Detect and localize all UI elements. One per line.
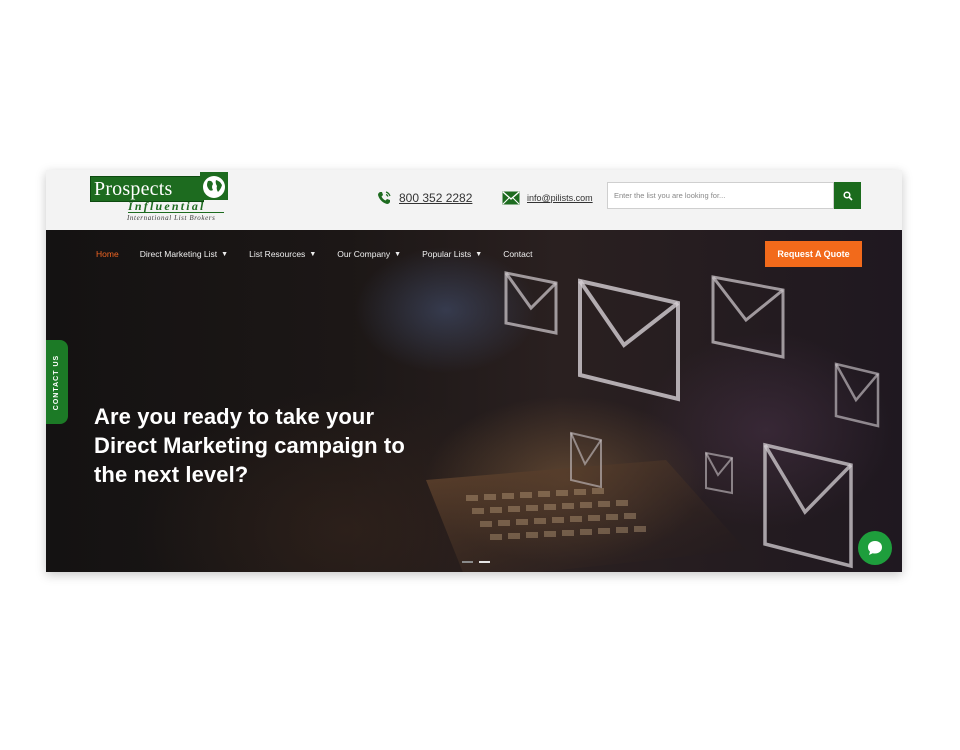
envelope-graphic	[570, 431, 602, 489]
envelope-graphic	[705, 451, 733, 495]
envelope-graphic	[504, 271, 558, 335]
hero-headline-line: Direct Marketing campaign to	[94, 433, 405, 458]
hero-section: Home Direct Marketing List ▼ List Resourc…	[46, 230, 902, 572]
phone-icon	[378, 191, 391, 204]
top-header: Prospects Influential International List…	[46, 170, 902, 230]
main-navigation: Home Direct Marketing List ▼ List Resourc…	[96, 247, 553, 261]
envelope-graphic	[834, 362, 880, 428]
contact-us-side-tab[interactable]: CONTACT US	[46, 340, 68, 424]
nav-item-label: Contact	[503, 249, 533, 259]
envelope-graphic	[711, 275, 785, 359]
nav-item-home[interactable]: Home	[96, 249, 119, 259]
slider-dot-active[interactable]	[479, 561, 490, 563]
search-bar	[607, 182, 861, 209]
mail-icon	[502, 191, 520, 205]
globe-icon	[200, 172, 228, 200]
nav-item-label: Home	[96, 249, 119, 259]
logo-tagline: International List Brokers	[127, 214, 216, 222]
hero-headline: Are you ready to take your Direct Market…	[94, 402, 454, 489]
chevron-down-icon: ▼	[221, 250, 229, 258]
nav-item-our-company[interactable]: Our Company ▼	[337, 249, 401, 259]
search-input[interactable]	[607, 182, 834, 209]
hero-headline-line: Are you ready to take your	[94, 404, 375, 429]
email-contact[interactable]: info@pilists.com	[502, 188, 593, 208]
nav-item-popular-lists[interactable]: Popular Lists ▼	[422, 249, 482, 259]
chat-bubble-icon	[868, 541, 882, 555]
website-frame: Prospects Influential International List…	[46, 170, 902, 572]
nav-item-contact[interactable]: Contact	[503, 249, 532, 259]
phone-number-link[interactable]: 800 352 2282	[399, 191, 472, 205]
logo[interactable]: Prospects Influential International List…	[90, 172, 270, 228]
chevron-down-icon: ▼	[309, 250, 317, 258]
nav-item-direct-marketing-list[interactable]: Direct Marketing List ▼	[140, 249, 228, 259]
search-button[interactable]	[834, 182, 861, 209]
slider-pagination	[462, 561, 490, 563]
nav-item-label: Direct Marketing List	[139, 249, 218, 259]
hero-headline-line: the next level?	[94, 462, 249, 487]
nav-item-label: Our Company	[337, 249, 391, 259]
nav-item-label: Popular Lists	[422, 249, 472, 259]
search-icon	[842, 190, 853, 201]
logo-name: Prospects	[94, 178, 173, 200]
phone-contact[interactable]: 800 352 2282	[376, 188, 472, 208]
slider-dot[interactable]	[462, 561, 473, 563]
logo-divider	[128, 212, 224, 213]
chat-button[interactable]	[858, 531, 892, 565]
chevron-down-icon: ▼	[394, 250, 402, 258]
request-quote-button[interactable]: Request A Quote	[765, 241, 862, 267]
contact-us-label: CONTACT US	[53, 354, 61, 410]
envelope-graphic	[763, 442, 853, 569]
envelope-graphic	[578, 278, 680, 402]
nav-item-label: List Resources	[249, 249, 306, 259]
nav-item-list-resources[interactable]: List Resources ▼	[249, 249, 316, 259]
chevron-down-icon: ▼	[475, 250, 483, 258]
email-link[interactable]: info@pilists.com	[527, 193, 593, 203]
